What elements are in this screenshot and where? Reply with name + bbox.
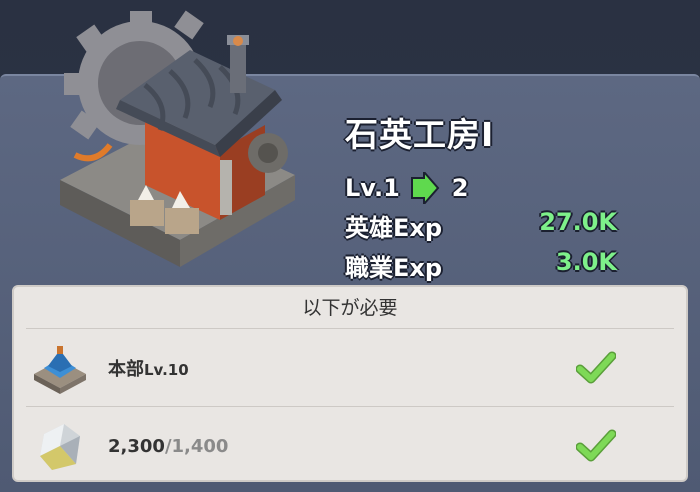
stat-label: 職業Exp bbox=[345, 254, 443, 282]
requirement-level: Lv.10 bbox=[144, 360, 189, 379]
requirements-header: 以下が必要 bbox=[26, 287, 674, 329]
check-icon bbox=[576, 429, 616, 462]
requirements-card: 以下が必要 本部Lv.10 2,300/1,400 bbox=[12, 285, 688, 482]
headquarters-building-icon bbox=[34, 345, 86, 394]
stat-class-exp: 職業Exp 3.0K bbox=[345, 248, 617, 283]
requirement-row[interactable]: 2,300/1,400 bbox=[26, 407, 674, 485]
quartz-crystal-icon bbox=[40, 424, 80, 470]
amount-need: 1,400 bbox=[171, 435, 229, 457]
stat-value: 3.0K bbox=[555, 248, 617, 276]
stat-label: 英雄Exp bbox=[345, 214, 443, 242]
building-title: 石英工房Ⅰ bbox=[345, 115, 495, 154]
amount-separator: / bbox=[164, 435, 172, 457]
requirement-row[interactable]: 本部Lv.10 bbox=[26, 329, 674, 407]
requirement-amount: 2,300/1,400 bbox=[108, 436, 228, 457]
level-upgrade-row: Lv.1 2 bbox=[345, 170, 469, 206]
requirement-label: 本部Lv.10 bbox=[108, 355, 189, 381]
level-from: Lv.1 bbox=[345, 174, 400, 202]
requirement-building-name: 本部 bbox=[108, 358, 144, 380]
amount-have: 2,300 bbox=[108, 435, 165, 457]
arrow-right-icon bbox=[410, 172, 440, 204]
level-to: 2 bbox=[451, 174, 469, 202]
check-icon bbox=[576, 351, 616, 383]
quartz-workshop-building-icon bbox=[60, 10, 295, 267]
stat-value: 27.0K bbox=[539, 208, 617, 236]
stat-hero-exp: 英雄Exp 27.0K bbox=[345, 208, 617, 243]
